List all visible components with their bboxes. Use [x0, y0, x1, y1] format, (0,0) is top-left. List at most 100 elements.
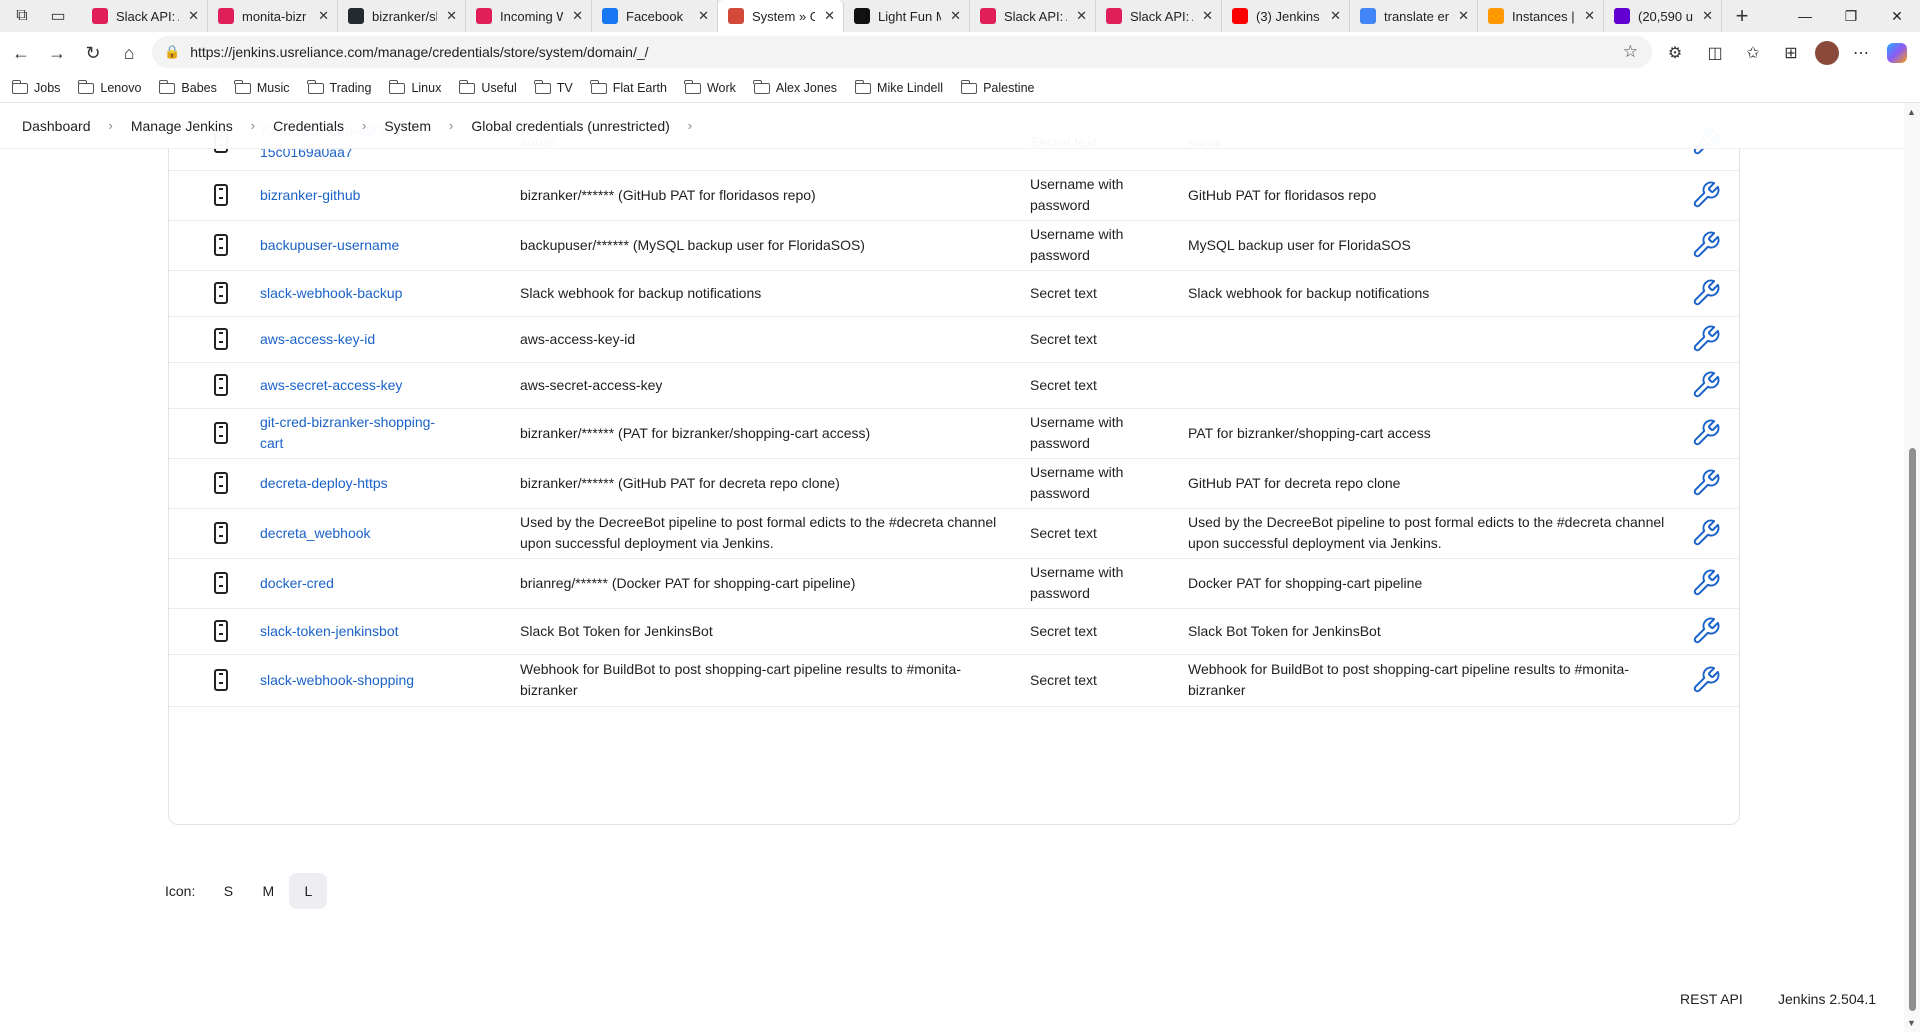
folder-icon	[753, 79, 770, 94]
configure-wrench-icon[interactable]	[1689, 558, 1723, 608]
jenkins-version-link[interactable]: Jenkins 2.504.1	[1778, 991, 1876, 1007]
credential-id-link[interactable]: docker-cred	[260, 558, 450, 608]
browser-tab[interactable]: Facebook ✕	[592, 0, 718, 32]
credential-id-link[interactable]: slack-webhook-backup	[260, 270, 450, 316]
icon-size-l-button[interactable]: L	[289, 873, 328, 909]
favorite-star-icon[interactable]: ☆	[1623, 42, 1638, 62]
breadcrumb-item[interactable]: Dashboard	[22, 118, 91, 134]
configure-wrench-icon[interactable]	[1689, 654, 1723, 706]
back-button[interactable]: ←	[4, 36, 38, 70]
configure-wrench-icon[interactable]	[1689, 458, 1723, 508]
close-tab-icon[interactable]: ✕	[1330, 8, 1341, 24]
bookmark-folder[interactable]: Work	[684, 79, 736, 95]
favorites-icon[interactable]: ✩	[1738, 36, 1768, 70]
icon-size-s-button[interactable]: S	[209, 873, 247, 909]
browser-tab[interactable]: System » Gl ✕	[718, 0, 844, 32]
breadcrumb-item[interactable]: Manage Jenkins	[131, 118, 233, 134]
credential-id-link[interactable]: decreta-deploy-https	[260, 458, 450, 508]
close-window-button[interactable]: ✕	[1874, 0, 1920, 32]
scroll-up-arrow-icon[interactable]: ▲	[1907, 107, 1916, 117]
extensions-icon[interactable]: ⚙	[1660, 36, 1690, 70]
bookmark-folder[interactable]: Palestine	[960, 79, 1035, 95]
browser-tab[interactable]: Slack API: A ✕	[1096, 0, 1222, 32]
bookmark-folder[interactable]: TV	[534, 79, 573, 95]
credential-id-link[interactable]: aws-secret-access-key	[260, 362, 450, 408]
close-tab-icon[interactable]: ✕	[698, 8, 709, 24]
configure-wrench-icon[interactable]	[1689, 362, 1723, 408]
browser-tab[interactable]: translate en ✕	[1350, 0, 1478, 32]
browser-tab[interactable]: Slack API: A ✕	[82, 0, 208, 32]
copilot-icon[interactable]	[1882, 36, 1912, 70]
new-tab-button[interactable]: +	[1728, 2, 1756, 30]
address-bar[interactable]: 🔒 https://jenkins.usreliance.com/manage/…	[152, 36, 1652, 68]
more-menu-icon[interactable]: ⋯	[1846, 36, 1876, 70]
credential-id-link[interactable]: decreta_webhook	[260, 508, 450, 558]
page-scrollbar[interactable]: ▲ ▼	[1904, 103, 1920, 1032]
close-tab-icon[interactable]: ✕	[1202, 8, 1213, 24]
credential-id-link[interactable]: backupuser-username	[260, 220, 450, 270]
credential-id-link[interactable]: aws-access-key-id	[260, 316, 450, 362]
configure-wrench-icon[interactable]	[1689, 316, 1723, 362]
table-row: slack-webhook-shopping Webhook for BuildB…	[169, 654, 1739, 707]
tab-actions-icon[interactable]: ▭	[44, 2, 72, 30]
forward-button[interactable]: →	[40, 36, 74, 70]
bookmark-folder[interactable]: Useful	[458, 79, 517, 95]
close-tab-icon[interactable]: ✕	[824, 8, 835, 24]
credential-id-link[interactable]: slack-webhook-shopping	[260, 654, 450, 706]
icon-size-m-button[interactable]: M	[249, 873, 287, 909]
close-tab-icon[interactable]: ✕	[572, 8, 583, 24]
bookmark-folder[interactable]: Trading	[307, 79, 371, 95]
split-screen-icon[interactable]: ◫	[1700, 36, 1730, 70]
breadcrumb-item[interactable]: Credentials	[273, 118, 344, 134]
credential-id-link[interactable]: bizranker-github	[260, 170, 450, 220]
close-tab-icon[interactable]: ✕	[446, 8, 457, 24]
workspaces-icon[interactable]: ⧉	[8, 2, 36, 30]
restore-button[interactable]: ❐	[1828, 0, 1874, 32]
close-tab-icon[interactable]: ✕	[188, 8, 199, 24]
bookmark-label: Linux	[411, 81, 442, 95]
configure-wrench-icon[interactable]	[1689, 220, 1723, 270]
close-tab-icon[interactable]: ✕	[1458, 8, 1469, 24]
browser-tab[interactable]: Instances | E ✕	[1478, 0, 1604, 32]
credential-id-link[interactable]: slack-token-jenkinsbot	[260, 608, 450, 654]
configure-wrench-icon[interactable]	[1689, 170, 1723, 220]
bookmark-folder[interactable]: Alex Jones	[753, 79, 837, 95]
credential-id-link[interactable]: git-cred-bizranker-shopping-cart	[260, 408, 450, 458]
bookmark-folder[interactable]: Linux	[388, 79, 442, 95]
browser-tab[interactable]: Incoming W ✕	[466, 0, 592, 32]
rest-api-link[interactable]: REST API	[1680, 991, 1743, 1007]
configure-wrench-icon[interactable]	[1689, 408, 1723, 458]
close-tab-icon[interactable]: ✕	[1076, 8, 1087, 24]
close-tab-icon[interactable]: ✕	[950, 8, 961, 24]
folder-icon	[307, 79, 324, 94]
bookmark-folder[interactable]: Flat Earth	[590, 79, 667, 95]
browser-tab[interactable]: Slack API: A ✕	[970, 0, 1096, 32]
profile-avatar[interactable]	[1812, 36, 1842, 70]
configure-wrench-icon[interactable]	[1689, 508, 1723, 558]
bookmark-folder[interactable]: Music	[234, 79, 290, 95]
bookmark-folder[interactable]: Babes	[158, 79, 217, 95]
bookmark-folder[interactable]: Lenovo	[77, 79, 141, 95]
close-tab-icon[interactable]: ✕	[1702, 8, 1713, 24]
bookmark-folder[interactable]: Mike Lindell	[854, 79, 943, 95]
browser-tab[interactable]: Light Fun M ✕	[844, 0, 970, 32]
scrollbar-thumb[interactable]	[1909, 448, 1916, 1011]
home-button[interactable]: ⌂	[112, 36, 146, 70]
configure-wrench-icon[interactable]	[1689, 608, 1723, 654]
browser-tab[interactable]: bizranker/sh ✕	[338, 0, 466, 32]
close-tab-icon[interactable]: ✕	[318, 8, 329, 24]
lock-icon[interactable]: 🔒	[164, 44, 180, 60]
collections-icon[interactable]: ⊞	[1776, 36, 1806, 70]
close-tab-icon[interactable]: ✕	[1584, 8, 1595, 24]
configure-wrench-icon[interactable]	[1689, 270, 1723, 316]
browser-tab[interactable]: (20,590 unre ✕	[1604, 0, 1722, 32]
browser-tab[interactable]: (3) Jenkins F ✕	[1222, 0, 1350, 32]
bookmark-folder[interactable]: Jobs	[11, 79, 60, 95]
browser-tab[interactable]: monita-bizr ✕	[208, 0, 338, 32]
minimize-button[interactable]: —	[1782, 0, 1828, 32]
breadcrumb-item[interactable]: Global credentials (unrestricted)	[471, 118, 669, 134]
refresh-button[interactable]: ↻	[76, 36, 110, 70]
table-row: docker-cred brianreg/****** (Docker PAT f…	[169, 558, 1739, 609]
scroll-down-arrow-icon[interactable]: ▼	[1907, 1018, 1916, 1028]
breadcrumb-item[interactable]: System	[384, 118, 431, 134]
